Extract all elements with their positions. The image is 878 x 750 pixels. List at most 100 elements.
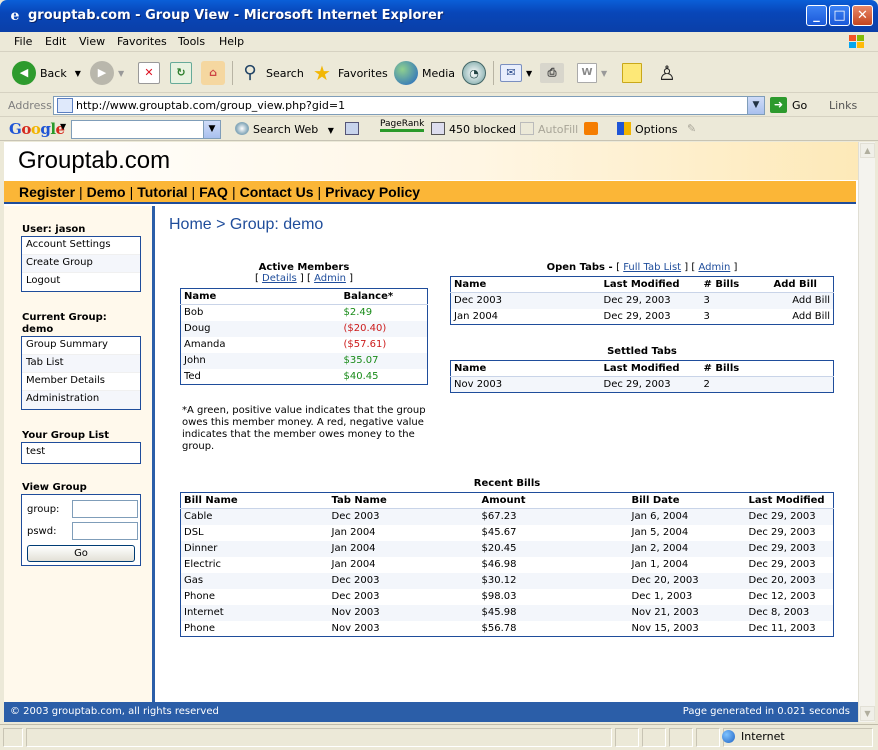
nav-register[interactable]: Register (19, 184, 75, 200)
address-input[interactable]: http://www.grouptab.com/group_view.php?g… (53, 96, 765, 115)
stop-button[interactable]: ✕ (138, 60, 164, 86)
breadcrumb[interactable]: Home > Group: demo (169, 216, 323, 234)
media-button[interactable]: Media (394, 60, 455, 86)
members-admin-link[interactable]: Admin (314, 273, 346, 284)
news-button[interactable] (345, 122, 363, 136)
group-summary-link[interactable]: Group Summary (22, 337, 140, 355)
address-url[interactable]: http://www.grouptab.com/group_view.php?g… (76, 99, 345, 112)
messenger-button[interactable]: ♙ (655, 60, 683, 86)
recent-bills-table: Bill Name Tab Name Amount Bill Date Last… (180, 492, 834, 637)
edit-dropdown-icon[interactable]: ▼ (601, 69, 607, 78)
favorites-label: Favorites (338, 66, 388, 80)
tab-last-modified: Dec 29, 2003 (600, 292, 701, 309)
tab-last-modified: Dec 29, 2003 (603, 310, 671, 322)
menu-help[interactable]: Help (219, 35, 244, 48)
view-group-go-button[interactable]: Go (27, 545, 135, 562)
favorites-button[interactable]: ★ Favorites (310, 60, 388, 86)
nav-tutorial[interactable]: Tutorial (137, 184, 187, 200)
create-group-link[interactable]: Create Group (22, 255, 140, 273)
home-button[interactable]: ⌂ (201, 60, 229, 86)
google-logo[interactable]: Google (9, 120, 65, 138)
pagerank-bar (380, 129, 424, 132)
discuss-button[interactable] (622, 60, 646, 86)
open-tabs-heading: Open Tabs - [ Full Tab List ] [ Admin ] (546, 262, 738, 273)
menu-favorites[interactable]: Favorites (117, 35, 167, 48)
nav-contact-us[interactable]: Contact Us (240, 184, 314, 200)
menu-edit[interactable]: Edit (45, 35, 66, 48)
site-brand[interactable]: Grouptab.com (18, 147, 170, 175)
back-dropdown-icon[interactable]: ▼ (75, 69, 81, 78)
bill-date: Nov 15, 2003 (631, 622, 699, 634)
search-button[interactable]: ⚲ Search (238, 60, 303, 86)
bill-name[interactable]: Dinner (180, 540, 329, 557)
close-button[interactable]: ✕ (852, 5, 873, 26)
add-bill-link[interactable]: Add Bill (771, 309, 834, 325)
tab-list-link[interactable]: Tab List (22, 355, 140, 373)
history-button[interactable]: ◔ (462, 60, 490, 86)
blogger-button[interactable] (584, 122, 602, 136)
autofill-label: AutoFill (538, 123, 579, 136)
nav-separator: | (79, 184, 83, 200)
scroll-down-icon[interactable]: ▼ (860, 706, 875, 721)
password-field[interactable] (72, 522, 138, 540)
account-settings-link[interactable]: Account Settings (22, 237, 140, 255)
status-page-icon (3, 728, 23, 747)
mail-button[interactable]: ✉ ▼ (500, 60, 532, 86)
bill-name[interactable]: Phone (181, 589, 329, 605)
tab-name[interactable]: Jan 2004 (451, 309, 601, 325)
tab-name[interactable]: Nov 2003 (450, 376, 601, 393)
zone-label: Internet (741, 730, 785, 743)
popup-blocker[interactable]: 450 blocked (431, 122, 516, 136)
highlighter-icon[interactable]: ✎ (687, 122, 696, 135)
forward-arrow-icon: ▶ (90, 61, 114, 85)
google-menu-dropdown-icon[interactable]: ▼ (60, 122, 66, 131)
google-search-input[interactable]: ▼ (71, 120, 221, 139)
add-bill-link[interactable]: Add Bill (770, 292, 834, 309)
group-list-item-test[interactable]: test (22, 443, 140, 463)
vertical-scrollbar[interactable]: ▲ ▼ (858, 142, 875, 722)
group-field[interactable] (72, 500, 138, 518)
bill-name[interactable]: Gas (180, 572, 329, 589)
page-icon (57, 98, 73, 113)
menu-view[interactable]: View (79, 35, 105, 48)
address-dropdown-icon[interactable]: ▼ (747, 97, 764, 114)
full-tab-list-link[interactable]: Full Tab List (623, 262, 681, 273)
menu-tools[interactable]: Tools (178, 35, 205, 48)
pagerank-meter[interactable]: PageRank (380, 119, 424, 139)
search-web-button[interactable]: Search Web ▼ (235, 122, 334, 136)
tab-name[interactable]: Dec 2003 (450, 292, 601, 309)
forward-button[interactable]: ▶ ▼ (90, 60, 124, 86)
bill-tab-name: Jan 2004 (331, 527, 376, 538)
google-search-dropdown-icon[interactable]: ▼ (203, 121, 220, 138)
bill-name[interactable]: Electric (181, 557, 329, 573)
bill-name[interactable]: Phone (181, 621, 329, 637)
administration-link[interactable]: Administration (22, 391, 140, 409)
bill-amount: $45.98 (478, 604, 629, 621)
mail-dropdown-icon[interactable]: ▼ (526, 69, 532, 78)
menu-file[interactable]: File (14, 35, 32, 48)
links-button[interactable]: Links (829, 99, 857, 112)
address-go-button[interactable]: ➜ Go (770, 97, 807, 113)
logout-link[interactable]: Logout (22, 273, 140, 291)
bill-name[interactable]: Internet (180, 604, 329, 621)
nav-demo[interactable]: Demo (87, 184, 126, 200)
back-button[interactable]: ◀ Back ▼ (12, 60, 81, 86)
members-details-link[interactable]: Details (262, 273, 297, 284)
maximize-button[interactable]: □ (829, 5, 850, 26)
scroll-up-icon[interactable]: ▲ (860, 143, 875, 158)
edit-button[interactable]: W ▼ (577, 60, 607, 86)
refresh-button[interactable]: ↻ (170, 60, 196, 86)
open-tabs-admin-link[interactable]: Admin (698, 262, 730, 273)
group-list-heading: Your Group List (22, 430, 110, 441)
options-button[interactable]: Options (617, 122, 677, 136)
bill-amount: $20.45 (478, 540, 629, 557)
nav-faq[interactable]: FAQ (199, 184, 228, 200)
security-zone: Internet (722, 730, 785, 743)
autofill-button[interactable]: AutoFill (520, 122, 578, 136)
nav-privacy-policy[interactable]: Privacy Policy (325, 184, 420, 200)
bill-name[interactable]: Cable (180, 508, 329, 525)
bill-name[interactable]: DSL (181, 525, 329, 541)
member-details-link[interactable]: Member Details (22, 373, 140, 391)
print-button[interactable]: ⎙ (540, 60, 568, 86)
minimize-button[interactable]: _ (806, 5, 827, 26)
